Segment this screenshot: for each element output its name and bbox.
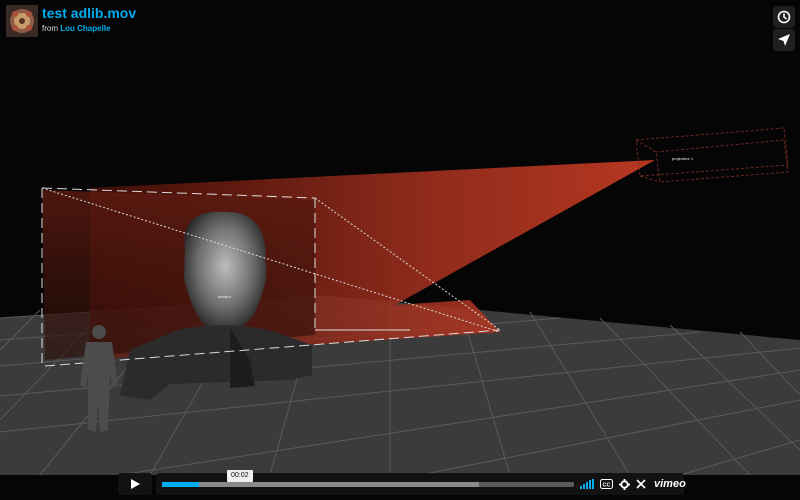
fullscreen-icon[interactable] (636, 479, 646, 489)
play-button[interactable] (118, 473, 152, 495)
byline-prefix: from (42, 24, 58, 33)
video-frame: secteur projecteur 1 (0, 0, 800, 500)
scene-label-right: projecteur 1 (672, 156, 694, 161)
vimeo-logo[interactable]: vimeo (654, 478, 686, 490)
avatar-image (6, 5, 38, 37)
player-controls: 00:02 CC vimeo (118, 470, 686, 495)
clock-icon (777, 10, 791, 24)
video-title[interactable]: test adlib.mov (42, 5, 136, 21)
video-header: test adlib.mov from Lou Chapelle (0, 0, 800, 44)
watch-later-button[interactable] (773, 6, 795, 28)
settings-icon[interactable] (619, 478, 630, 490)
byline: from Lou Chapelle (42, 24, 110, 33)
play-icon (131, 479, 140, 489)
progress-fill (162, 482, 200, 487)
send-icon (778, 34, 790, 46)
share-button[interactable] (773, 29, 795, 51)
buffered-bar (162, 482, 480, 487)
svg-text:CC: CC (603, 482, 611, 488)
control-bar: 00:02 CC vimeo (156, 470, 686, 495)
author-avatar[interactable] (6, 5, 38, 37)
control-icons: CC vimeo (580, 473, 686, 495)
cc-icon[interactable]: CC (600, 479, 613, 489)
video-player[interactable]: secteur projecteur 1 test adlib.mov from (0, 0, 800, 500)
progress-track[interactable] (162, 482, 574, 487)
timecode: 00:02 (227, 470, 253, 482)
author-link[interactable]: Lou Chapelle (60, 24, 110, 33)
volume-icon[interactable] (580, 479, 594, 489)
scene-label-left: secteur (218, 294, 232, 299)
